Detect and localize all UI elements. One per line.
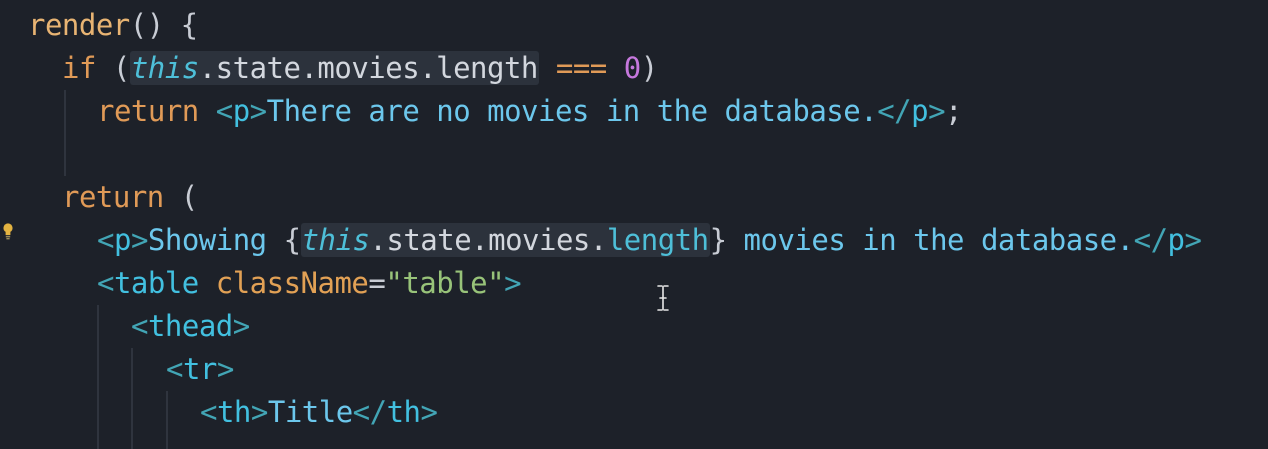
tag-bracket: < (166, 352, 183, 386)
lightbulb-icon[interactable] (2, 222, 14, 240)
attribute-name: className (215, 266, 369, 300)
indent-guide (166, 391, 168, 449)
keyword-return: return (62, 180, 164, 214)
code-line-5[interactable]: return ( (62, 176, 198, 219)
code-line-10[interactable]: <th>Title</th> (200, 391, 438, 434)
keyword-this: this (301, 223, 370, 257)
operator: === (555, 51, 607, 85)
indent-guide (97, 305, 99, 449)
tag-bracket: < (131, 309, 148, 343)
tag-name: thead (147, 309, 233, 343)
token: = (368, 266, 386, 300)
tag-bracket: < (97, 223, 114, 257)
code-line-1[interactable]: render() { (28, 4, 198, 47)
code-line-7[interactable]: <table className="table"> (97, 262, 522, 305)
tag-bracket: > (232, 309, 250, 343)
indent-guide (131, 348, 133, 449)
string-literal: "table" (385, 266, 505, 300)
text-cursor-icon (656, 284, 670, 312)
function-name: render (28, 8, 130, 42)
jsx-text: There are no movies in the database. (266, 94, 878, 128)
token: ) (640, 51, 658, 85)
tag-name: table (113, 266, 199, 300)
tag-bracket: </ (877, 94, 912, 128)
tag-bracket: < (97, 266, 114, 300)
tag-name: p (911, 94, 929, 128)
tag-bracket: < (200, 395, 217, 429)
token: ; (945, 94, 963, 128)
tag-bracket: > (1184, 223, 1202, 257)
tag-bracket: > (420, 395, 438, 429)
code-line-9[interactable]: <tr> (166, 348, 234, 391)
highlighted-expression: this.state.movies.length (300, 223, 710, 257)
tag-bracket: > (216, 352, 234, 386)
member-expression: .state.movies. (369, 223, 607, 257)
token: ( (95, 51, 130, 85)
tag-name: p (232, 94, 250, 128)
keyword-if: if (62, 51, 96, 85)
tag-bracket: > (250, 395, 268, 429)
tag-bracket: </ (1133, 223, 1168, 257)
tag-name: p (1167, 223, 1185, 257)
indent-guide (64, 90, 66, 176)
keyword-this: this (130, 51, 199, 85)
code-editor[interactable]: render() { if (this.state.movies.length … (0, 0, 1268, 449)
token: } (709, 223, 727, 257)
tag-bracket: </ (352, 395, 387, 429)
jsx-text: Title (267, 395, 353, 429)
code-line-3[interactable]: return <p>There are no movies in the dat… (97, 90, 963, 133)
keyword-return: return (97, 94, 199, 128)
token: ( (163, 180, 198, 214)
token: { (283, 223, 301, 257)
tag-bracket: < (215, 94, 233, 128)
member-expression: .state.movies.length (198, 51, 539, 85)
jsx-text: movies in the database. (726, 223, 1135, 257)
tag-bracket: > (249, 94, 267, 128)
token: () { (129, 8, 198, 42)
code-line-6[interactable]: <p>Showing {this.state.movies.length} mo… (97, 219, 1202, 262)
jsx-text: Showing (147, 223, 284, 257)
number-literal: 0 (623, 51, 641, 85)
tag-name: th (216, 395, 251, 429)
tag-name: th (386, 395, 421, 429)
tag-bracket: > (130, 223, 148, 257)
property-length: length (606, 223, 709, 257)
tag-bracket: > (928, 94, 946, 128)
tag-bracket: > (504, 266, 522, 300)
tag-name: p (113, 223, 131, 257)
code-line-8[interactable]: <thead> (131, 305, 250, 348)
tag-name: tr (182, 352, 217, 386)
highlighted-expression: this.state.movies.length (129, 51, 539, 85)
code-line-2[interactable]: if (this.state.movies.length === 0) (62, 47, 658, 90)
